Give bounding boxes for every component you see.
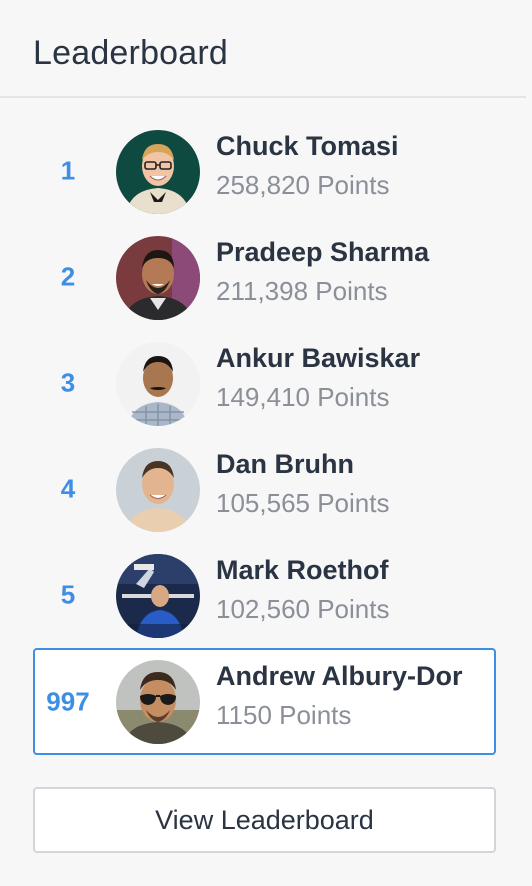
rank-number: 997 [46,686,90,716]
user-name[interactable]: Dan Bruhn [216,449,354,480]
avatar[interactable] [116,660,200,744]
leaderboard-row[interactable]: 1 Chuck Tomasi 258,820 Points [33,118,496,224]
avatar[interactable] [116,130,200,214]
user-name[interactable]: Ankur Bawiskar [216,343,420,374]
user-points: 149,410 Points [216,382,390,412]
rank-number: 4 [60,473,76,504]
avatar-image [116,660,200,744]
avatar-image [116,130,200,214]
avatar[interactable] [116,236,200,320]
rank-number: 2 [60,261,76,292]
view-leaderboard-button[interactable]: View Leaderboard [33,787,496,853]
user-name[interactable]: Pradeep Sharma [216,237,429,268]
rank-number: 1 [60,155,76,186]
leaderboard-row[interactable]: 5 Mark Roethof 102,560 Points [33,542,496,648]
rank-number: 3 [60,367,76,398]
user-points: 102,560 Points [216,594,390,624]
user-points: 105,565 Points [216,488,390,518]
avatar-image [116,554,200,638]
leaderboard-panel: Leaderboard 1 Chuck Tomasi 258,820 Point… [0,0,532,886]
user-points: 211,398 Points [216,276,388,306]
user-points: 1150 Points [216,700,352,730]
leaderboard-row[interactable]: 4 Dan Bruhn 105,565 Points [33,436,496,542]
leaderboard-row[interactable]: 3 Ankur Bawiskar 149,410 Points [33,330,496,436]
leaderboard-header: Leaderboard [0,0,526,98]
leaderboard-title: Leaderboard [33,34,229,72]
leaderboard-list: 1 Chuck Tomasi 258,820 Points 2 Pradeep … [33,118,496,755]
user-points: 258,820 Points [216,170,390,200]
current-user-row[interactable]: 997 Andrew Albury-Dor 1150 Points [33,648,496,755]
user-name[interactable]: Andrew Albury-Dor [216,661,463,692]
user-name[interactable]: Chuck Tomasi [216,131,399,162]
avatar-image [116,342,200,426]
leaderboard-row[interactable]: 2 Pradeep Sharma 211,398 Points [33,224,496,330]
avatar[interactable] [116,448,200,532]
rank-number: 5 [60,579,76,610]
avatar[interactable] [116,342,200,426]
avatar[interactable] [116,554,200,638]
avatar-image [116,448,200,532]
avatar-image [116,236,200,320]
user-name[interactable]: Mark Roethof [216,555,389,586]
